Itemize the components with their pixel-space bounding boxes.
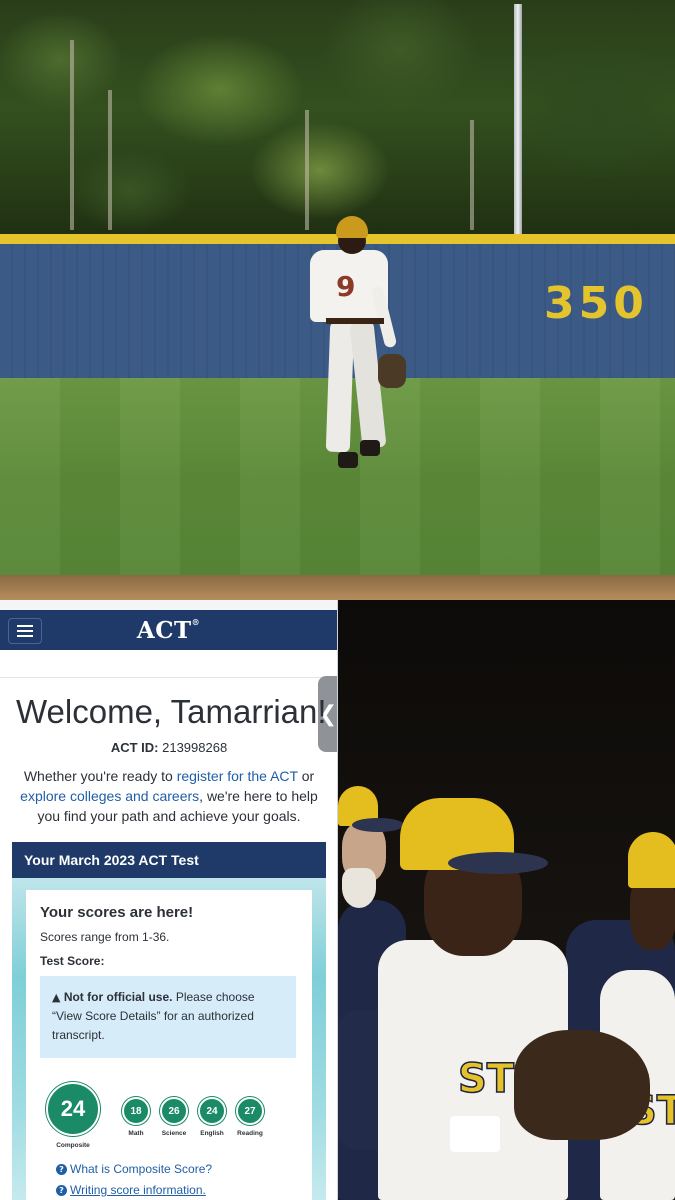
composite-help-link[interactable]: ? What is Composite Score?	[56, 1162, 212, 1176]
science-score[interactable]: 26	[160, 1097, 188, 1125]
scores-title: Your scores are here!	[40, 904, 194, 921]
tree-trunk	[305, 110, 309, 230]
intro-text: Whether you're ready to register for the…	[20, 768, 318, 824]
composite-label: Composite	[56, 1142, 90, 1149]
fence-distance-marker: 350	[544, 278, 648, 329]
math-score[interactable]: 18	[122, 1097, 150, 1125]
scores-range: Scores range from 1-36.	[40, 930, 170, 944]
light-pole	[514, 4, 522, 236]
writing-help-link[interactable]: ? Writing score information.	[56, 1183, 206, 1197]
help-circle-icon: ?	[56, 1185, 67, 1196]
coach-beard	[342, 868, 376, 908]
outfield-photo: 350 9	[0, 0, 675, 600]
explore-link[interactable]: explore colleges and careers	[20, 788, 199, 804]
warning-triangle-icon: ▲	[52, 991, 61, 1004]
baseball-glove	[378, 354, 406, 388]
reading-label: Reading	[237, 1130, 263, 1137]
score-panel: Your scores are here! Scores range from …	[26, 890, 312, 1200]
baseball-glove	[514, 1030, 650, 1140]
wrist-tape	[450, 1116, 500, 1152]
reading-score[interactable]: 27	[236, 1097, 264, 1125]
warning-track	[0, 575, 675, 600]
score-bubbles: 24 Composite 18 Math 26 Science 24 Engli…	[40, 1082, 300, 1152]
act-id: ACT ID: 213998268	[0, 740, 337, 755]
register-link[interactable]: register for the ACT	[177, 768, 298, 784]
player-jersey-text: ST	[457, 1055, 515, 1103]
test-card-title: Your March 2023 ACT Test	[12, 842, 326, 878]
player-jersey-number: 9	[336, 270, 356, 303]
act-logo[interactable]: ACT®	[0, 617, 337, 644]
act-subbar	[0, 650, 337, 678]
act-id-label: ACT ID:	[110, 740, 159, 755]
help-circle-icon: ?	[56, 1164, 67, 1175]
tree-line	[0, 0, 675, 240]
act-app-screen: ACT® ❮ Welcome, Tamarrian! ACT ID: 21399…	[0, 600, 338, 1200]
composite-score[interactable]: 24	[46, 1082, 100, 1136]
teammate-cap	[628, 832, 675, 888]
act-id-value: 213998268	[162, 740, 228, 755]
page-title: Welcome, Tamarrian!	[16, 693, 327, 730]
act-header: ACT®	[0, 610, 337, 650]
outfielder-player: 9	[300, 214, 410, 474]
team-night-photo: ST ST	[338, 600, 675, 1200]
tree-trunk	[470, 120, 474, 230]
not-official-notice: ▲ Not for official use. Please choose “V…	[40, 976, 296, 1058]
test-score-label: Test Score:	[40, 954, 105, 968]
english-score[interactable]: 24	[198, 1097, 226, 1125]
test-card: Your March 2023 ACT Test Your scores are…	[12, 842, 326, 1200]
tree-trunk	[108, 90, 112, 230]
tree-trunk	[70, 40, 74, 230]
